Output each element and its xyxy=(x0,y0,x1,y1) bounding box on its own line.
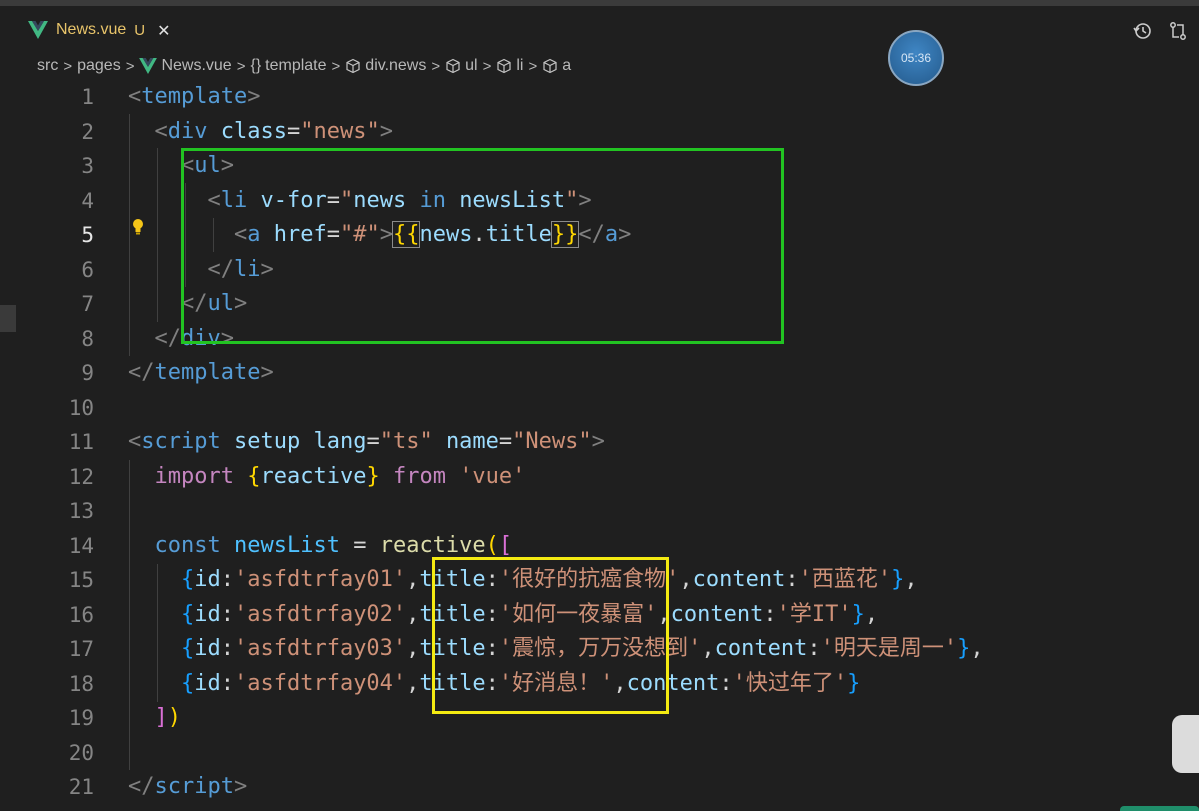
line-number: 7 xyxy=(81,292,94,316)
chevron-right-icon: > xyxy=(236,57,246,75)
chevron-right-icon: > xyxy=(482,57,492,75)
line-number: 4 xyxy=(81,188,94,213)
line-number: 17 xyxy=(68,637,94,661)
code-text: </template> xyxy=(128,360,274,385)
code-line: 20 xyxy=(0,736,1199,771)
code-line: 10 xyxy=(0,391,1199,426)
code-line: 13 xyxy=(0,494,1199,529)
breadcrumb-item-a[interactable]: a xyxy=(542,57,571,75)
editor-tab-bar: News.vue U ✕ xyxy=(0,6,1199,50)
compare-changes-icon[interactable] xyxy=(1167,20,1189,42)
line-number: 6 xyxy=(81,257,94,282)
breadcrumb-item-div-news[interactable]: div.news xyxy=(345,57,426,75)
cube-icon xyxy=(446,58,460,74)
line-number: 10 xyxy=(68,395,94,420)
tab-status-badge: U xyxy=(134,21,146,39)
chevron-right-icon: > xyxy=(528,57,538,75)
line-number: 3 xyxy=(81,154,94,178)
line-number: 21 xyxy=(68,775,94,799)
cube-icon xyxy=(497,58,511,74)
code-text: </script> xyxy=(128,774,248,799)
braces-icon: {} xyxy=(250,57,262,74)
editor-actions xyxy=(1131,20,1189,42)
code-text: ]) xyxy=(154,705,182,730)
line-number: 1 xyxy=(81,85,94,109)
breadcrumb: src > pages > News.vue > {} template > d… xyxy=(37,54,571,78)
close-icon[interactable]: ✕ xyxy=(157,21,170,40)
line-number: 14 xyxy=(68,533,94,558)
tab-filename: News.vue xyxy=(56,21,127,38)
code-text: <div class="news"> xyxy=(154,118,393,144)
chevron-right-icon: > xyxy=(125,57,135,75)
recording-timer-badge: 05:36 xyxy=(888,30,944,86)
chevron-right-icon: > xyxy=(431,57,441,75)
line-number: 8 xyxy=(81,326,94,351)
line-number: 11 xyxy=(68,430,94,454)
breadcrumb-item-src[interactable]: src xyxy=(37,57,58,75)
breadcrumb-item-news-vue[interactable]: News.vue xyxy=(139,57,232,75)
status-indicator xyxy=(1120,806,1199,811)
code-line: 2 <div class="news"> xyxy=(0,115,1199,150)
line-number: 9 xyxy=(81,361,94,385)
tab-news-vue[interactable]: News.vue U ✕ xyxy=(18,12,181,47)
code-line: 1 <template> xyxy=(0,80,1199,115)
chevron-right-icon: > xyxy=(331,57,341,75)
code-text: import {reactive} from 'vue' xyxy=(154,463,526,489)
code-line: 12 import {reactive} from 'vue' xyxy=(0,460,1199,495)
line-number: 2 xyxy=(81,119,94,144)
line-number: 13 xyxy=(68,499,94,523)
line-number: 16 xyxy=(68,602,94,627)
code-line: 11 <script setup lang="ts" name="News"> xyxy=(0,425,1199,460)
timeline-history-icon[interactable] xyxy=(1131,20,1153,42)
chevron-right-icon: > xyxy=(63,57,73,75)
line-number: 15 xyxy=(68,568,94,592)
vue-logo-icon xyxy=(28,20,48,40)
code-line: 21 </script> xyxy=(0,770,1199,805)
line-number: 19 xyxy=(68,706,94,730)
line-number: 20 xyxy=(68,740,94,765)
code-text: <template> xyxy=(128,84,261,109)
code-text: <script setup lang="ts" name="News"> xyxy=(128,429,605,454)
code-line: 9 </template> xyxy=(0,356,1199,391)
cube-icon xyxy=(543,58,557,74)
line-number: 18 xyxy=(68,671,94,696)
vue-logo-icon xyxy=(139,58,158,74)
floating-widget[interactable] xyxy=(1172,715,1199,773)
breadcrumb-item-li[interactable]: li xyxy=(496,57,523,75)
breadcrumb-item-pages[interactable]: pages xyxy=(77,57,121,75)
breadcrumb-item-ul[interactable]: ul xyxy=(445,57,478,75)
cube-icon xyxy=(346,58,360,74)
yellow-highlight-box xyxy=(432,557,669,714)
breadcrumb-item-template[interactable]: {} template xyxy=(250,57,326,75)
line-number: 5 xyxy=(81,223,94,247)
line-number: 12 xyxy=(68,464,94,489)
green-highlight-box xyxy=(181,148,784,344)
